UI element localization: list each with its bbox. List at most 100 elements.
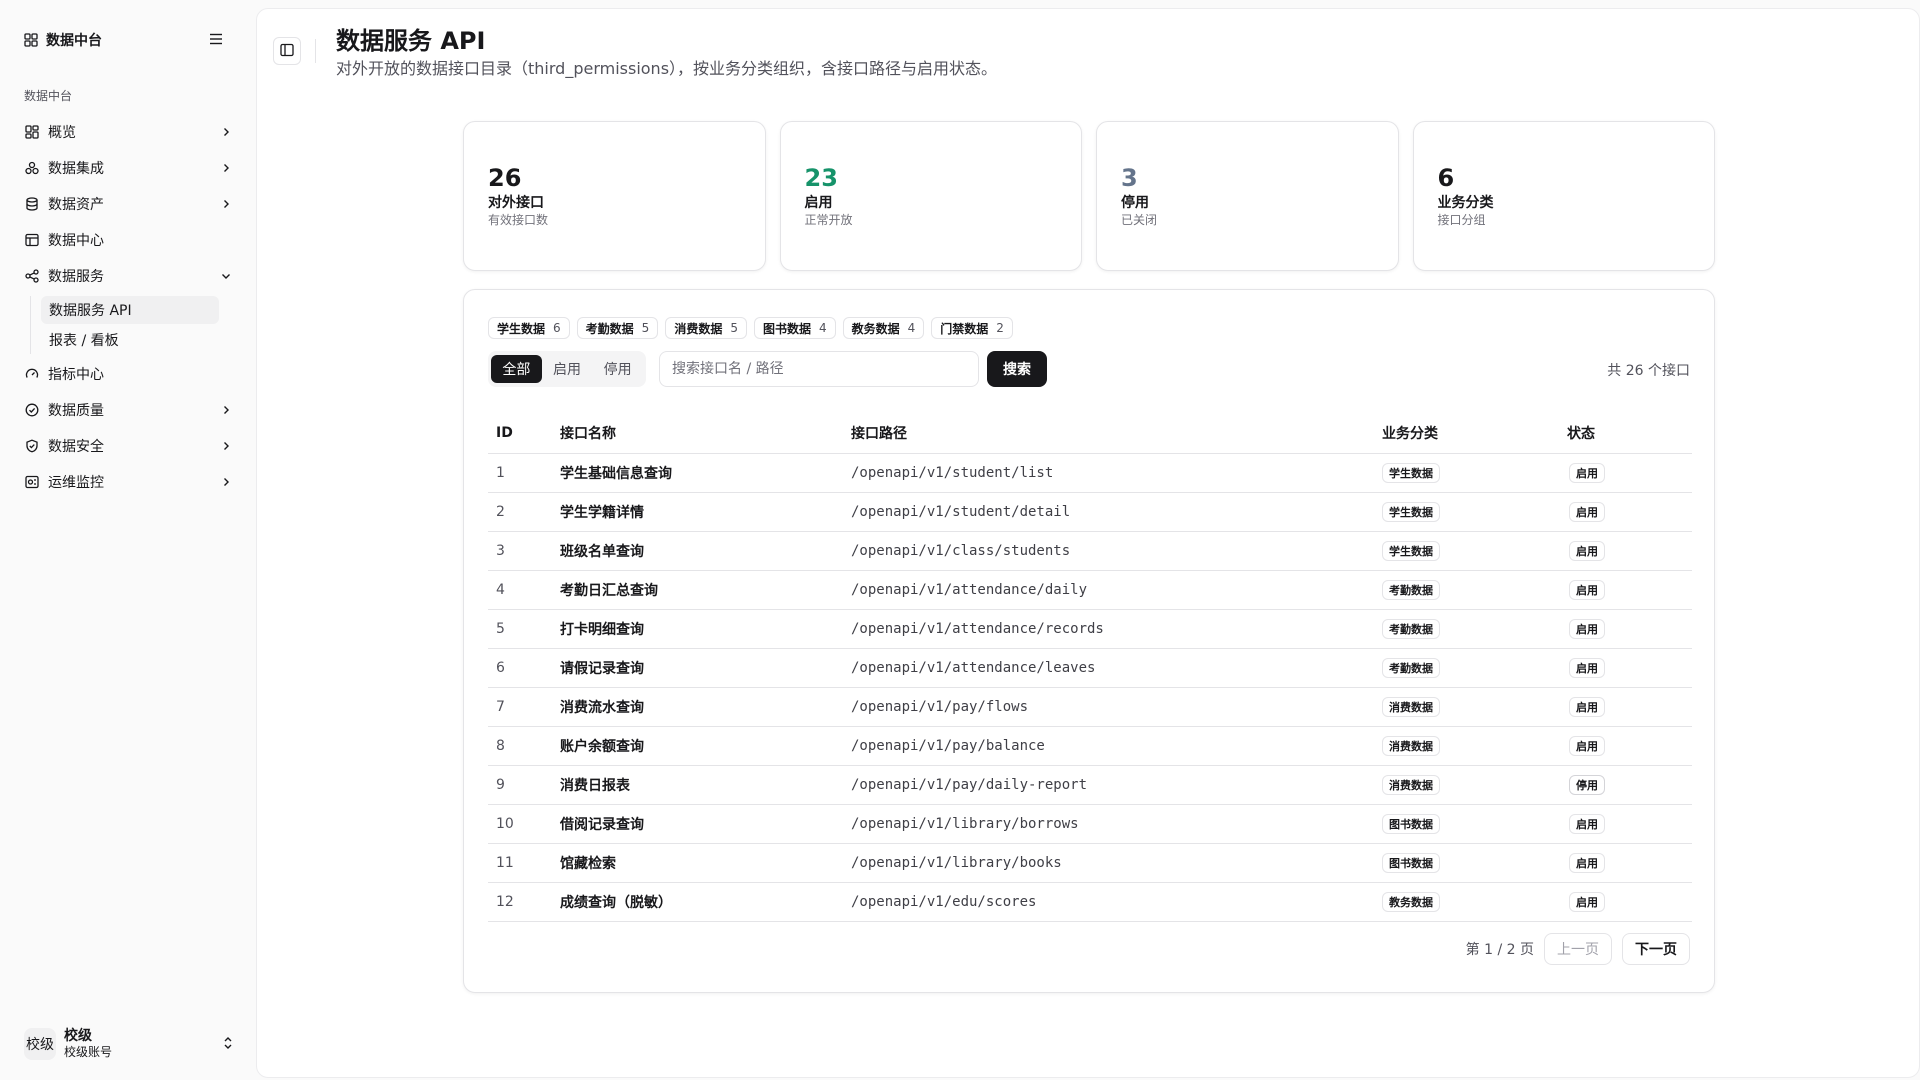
sidebar-item-overview[interactable]: 概览	[16, 114, 242, 150]
chip-label: 考勤数据	[585, 321, 634, 336]
sidebar-toggle-button[interactable]	[273, 37, 301, 65]
page-description: 对外开放的数据接口目录（third_permissions），按业务分类组织，含…	[336, 59, 998, 78]
table-row[interactable]: 9 消费日报表/openapi/v1/pay/daily-report 消费数据 停用	[488, 765, 1692, 805]
chip-count: 2	[996, 321, 1004, 335]
table-row[interactable]: 8 账户余额查询/openapi/v1/pay/balance 消费数据 启用	[488, 726, 1692, 766]
stat-sub: 已关闭	[1121, 213, 1158, 227]
cell-category: 考勤数据	[1374, 648, 1559, 688]
category-badge: 学生数据	[1382, 540, 1440, 561]
category-chip[interactable]: 考勤数据 5	[576, 317, 659, 339]
stat-label: 启用	[804, 195, 833, 211]
filter-all-button[interactable]: 全部	[491, 355, 542, 383]
cell-id: 3	[488, 531, 552, 571]
table-row[interactable]: 6 请假记录查询/openapi/v1/attendance/leaves 考勤数据…	[488, 648, 1692, 688]
cell-id: 8	[488, 726, 552, 766]
sidebar-item-integration[interactable]: 数据集成	[16, 150, 242, 186]
sidebar-item-label: 数据质量	[48, 403, 104, 419]
cell-path: /openapi/v1/pay/balance	[843, 726, 1374, 766]
menu-icon[interactable]	[207, 30, 225, 48]
total-count: 共 26 个接口	[1607, 363, 1690, 379]
cell-id: 12	[488, 882, 552, 922]
category-badge: 消费数据	[1382, 735, 1440, 756]
cell-status: 启用	[1559, 804, 1692, 844]
cell-path: /openapi/v1/pay/daily-report	[843, 765, 1374, 805]
cell-status: 停用	[1559, 765, 1692, 805]
sidebar-item-security[interactable]: 数据安全	[16, 428, 242, 464]
table-row[interactable]: 5 打卡明细查询/openapi/v1/attendance/records 考勤数…	[488, 609, 1692, 649]
sidebar: 数据中台 数据中台 概览 数据集成 数据资产 数据中心 数据服务 数据服务 AP…	[0, 0, 256, 1080]
table-header-row: ID 接口名称 接口路径 业务分类 状态	[488, 413, 1692, 454]
integration-icon	[24, 160, 40, 176]
chevrons-up-down-icon	[222, 1035, 234, 1054]
table-row[interactable]: 4 考勤日汇总查询/openapi/v1/attendance/daily 考勤数据…	[488, 570, 1692, 610]
chevron-down-icon	[218, 268, 234, 284]
chip-label: 学生数据	[497, 321, 546, 336]
cell-status: 启用	[1559, 687, 1692, 727]
category-chip[interactable]: 门禁数据 2	[931, 317, 1013, 339]
category-chip[interactable]: 消费数据 5	[665, 317, 747, 339]
search-input[interactable]	[659, 351, 979, 387]
stat-value: 26	[488, 164, 522, 192]
status-badge: 启用	[1569, 891, 1605, 912]
sidebar-item-data-service[interactable]: 数据服务	[16, 258, 242, 294]
cell-id: 2	[488, 492, 552, 532]
table-row[interactable]: 10 借阅记录查询/openapi/v1/library/borrows 图书数据 启…	[488, 804, 1692, 844]
monitor-icon	[24, 474, 40, 490]
table-row[interactable]: 1 学生基础信息查询/openapi/v1/student/list 学生数据 启用	[488, 453, 1692, 493]
status-badge: 启用	[1569, 579, 1605, 600]
api-table: ID 接口名称 接口路径 业务分类 状态 1 学生基础信息查询/openapi/v…	[488, 413, 1692, 922]
table-row[interactable]: 11 馆藏检索/openapi/v1/library/books 图书数据 启用	[488, 843, 1692, 883]
sidebar-item-quality[interactable]: 数据质量	[16, 392, 242, 428]
stat-label: 停用	[1121, 195, 1149, 211]
pagination: 第 1 / 2 页 上一页 下一页	[1466, 933, 1690, 965]
category-badge: 教务数据	[1382, 891, 1440, 912]
page-indicator: 第 1 / 2 页	[1465, 942, 1534, 958]
next-page-button[interactable]: 下一页	[1622, 933, 1690, 965]
user-menu[interactable]: 校级 校级 校级账号	[16, 1022, 242, 1066]
cell-path: /openapi/v1/edu/scores	[843, 882, 1374, 922]
search-button[interactable]: 搜索	[987, 351, 1047, 387]
table-row[interactable]: 3 班级名单查询/openapi/v1/class/students 学生数据 启用	[488, 531, 1692, 571]
cell-name: 学生基础信息查询	[552, 453, 843, 493]
cell-category: 考勤数据	[1374, 570, 1559, 610]
table-row[interactable]: 12 成绩查询（脱敏）/openapi/v1/edu/scores 教务数据 启用	[488, 882, 1692, 922]
sidebar-item-metrics[interactable]: 指标中心	[16, 356, 242, 392]
brand-label: 数据中台	[46, 33, 102, 49]
dashboard-icon	[24, 124, 40, 140]
cell-id: 5	[488, 609, 552, 649]
shield-icon	[24, 438, 40, 454]
status-badge: 停用	[1569, 774, 1605, 795]
share-icon	[24, 268, 40, 284]
page-title: 数据服务 API	[336, 27, 486, 55]
category-badge: 考勤数据	[1382, 657, 1440, 678]
cell-name: 馆藏检索	[552, 843, 843, 883]
cell-category: 消费数据	[1374, 765, 1559, 805]
table-icon	[24, 232, 40, 248]
column-header-status: 状态	[1559, 413, 1692, 454]
stat-card-total: 26 对外接口 有效接口数	[463, 121, 766, 271]
category-chip[interactable]: 图书数据 4	[753, 317, 836, 339]
cell-path: /openapi/v1/pay/flows	[843, 687, 1374, 727]
sidebar-item-assets[interactable]: 数据资产	[16, 186, 242, 222]
prev-page-button[interactable]: 上一页	[1544, 933, 1612, 965]
chip-label: 图书数据	[762, 321, 811, 336]
cell-name: 请假记录查询	[552, 648, 843, 688]
table-row[interactable]: 2 学生学籍详情/openapi/v1/student/detail 学生数据 启用	[488, 492, 1692, 532]
brand[interactable]: 数据中台	[24, 28, 102, 52]
filter-enabled-button[interactable]: 启用	[542, 355, 593, 383]
column-header-name: 接口名称	[552, 413, 843, 454]
chevron-right-icon	[218, 438, 234, 454]
category-chip[interactable]: 教务数据 4	[842, 317, 925, 339]
category-chip[interactable]: 学生数据 6	[488, 317, 570, 339]
cell-name: 班级名单查询	[552, 531, 843, 571]
category-badge: 图书数据	[1382, 813, 1440, 834]
filter-disabled-button[interactable]: 停用	[592, 355, 643, 383]
sidebar-item-data-center[interactable]: 数据中心	[16, 222, 242, 258]
stat-label: 对外接口	[488, 195, 544, 211]
sidebar-subitem-data-service-api[interactable]: 数据服务 API	[41, 296, 219, 324]
table-row[interactable]: 7 消费流水查询/openapi/v1/pay/flows 消费数据 启用	[488, 687, 1692, 727]
sidebar-subitem-reports[interactable]: 报表 / 看板	[41, 326, 219, 354]
sidebar-item-ops[interactable]: 运维监控	[16, 464, 242, 500]
nav-section-label: 数据中台	[24, 89, 73, 103]
cell-path: /openapi/v1/attendance/leaves	[843, 648, 1374, 688]
